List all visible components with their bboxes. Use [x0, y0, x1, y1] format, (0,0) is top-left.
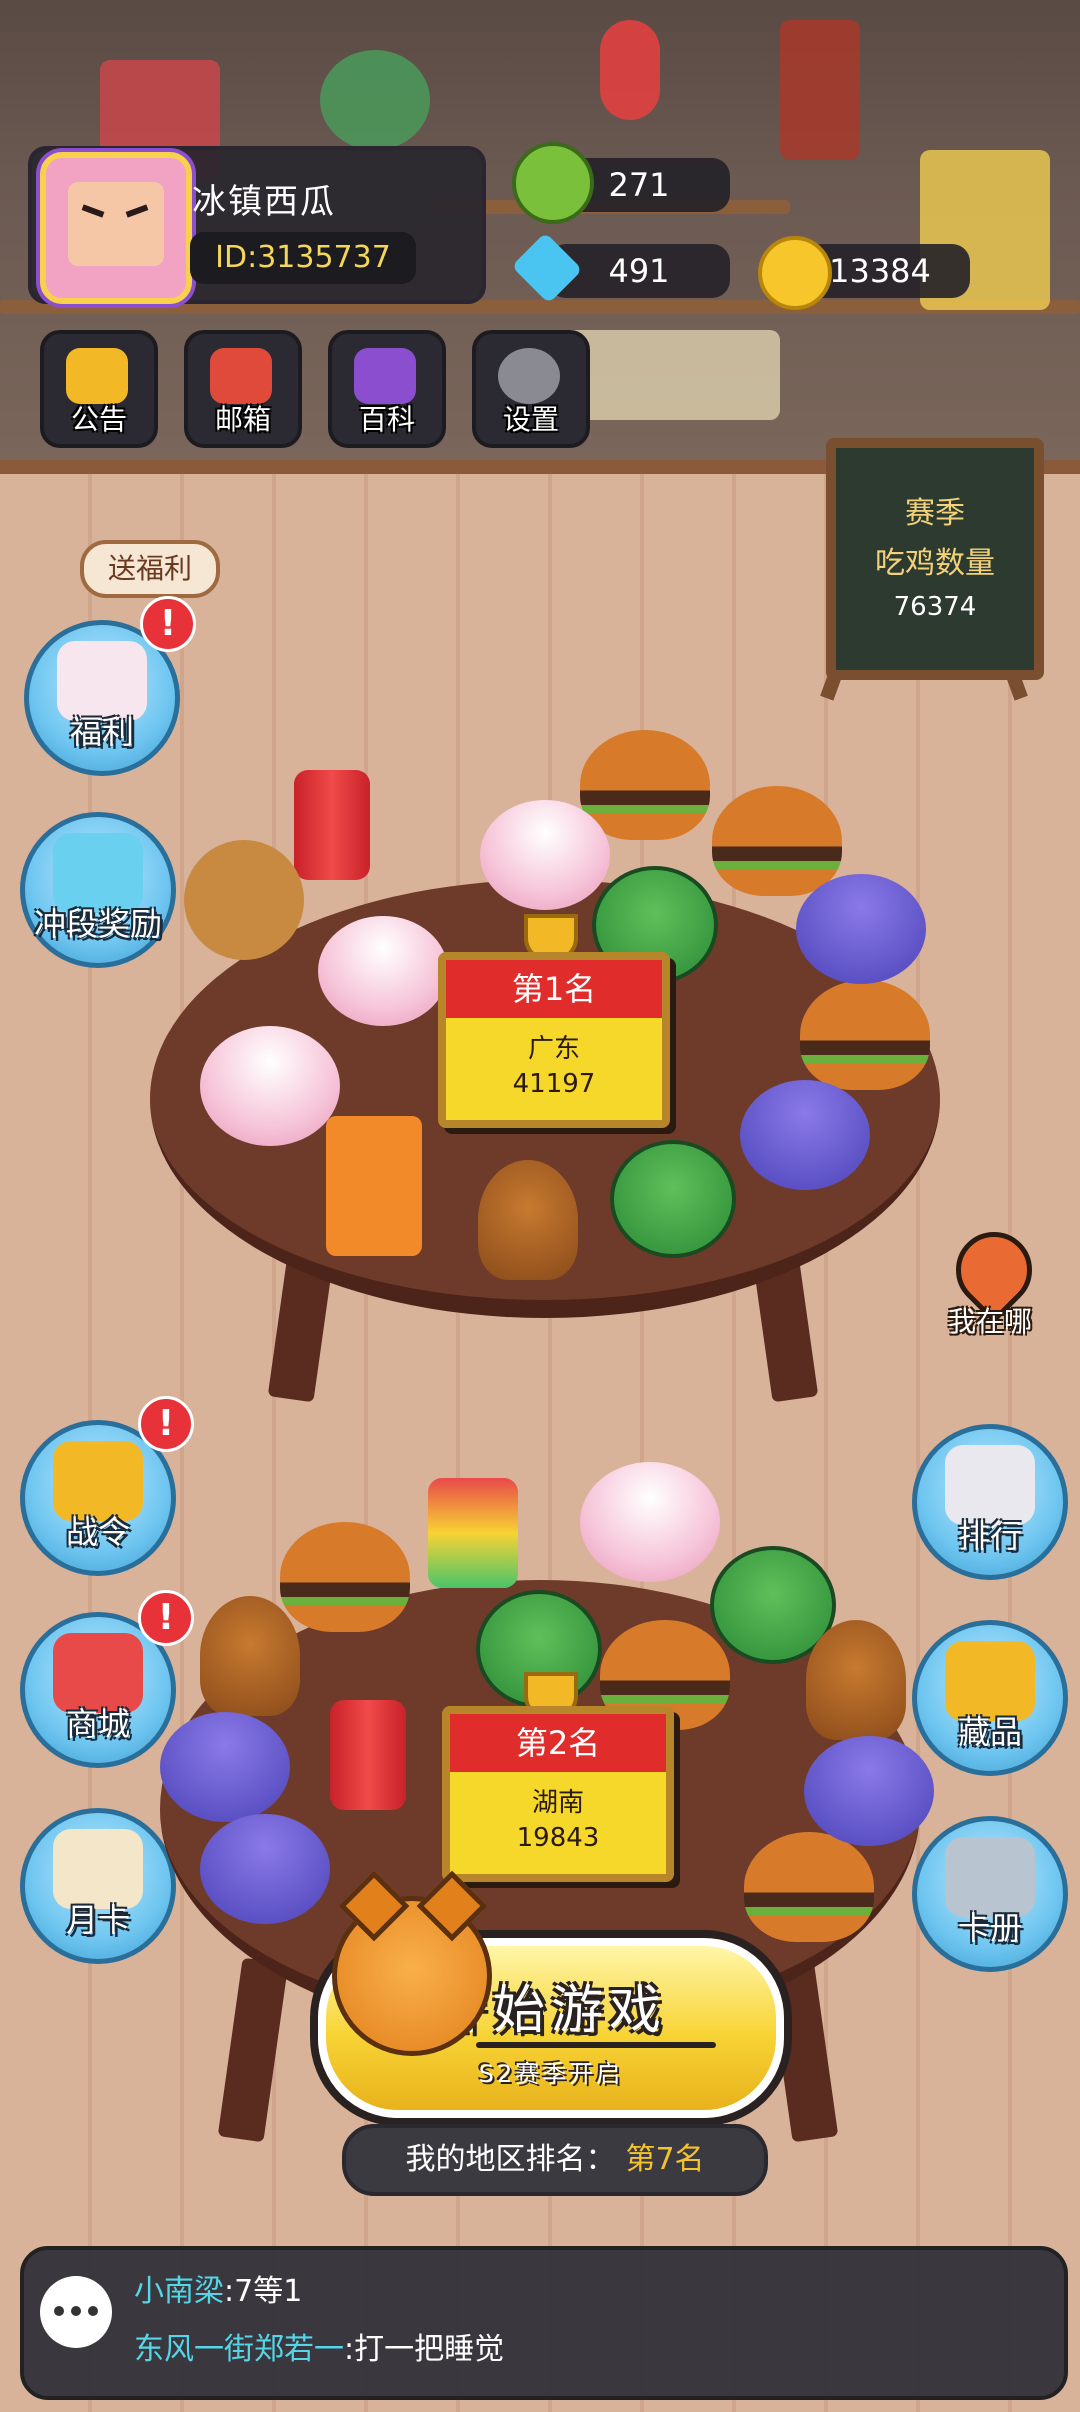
gear-icon: [498, 348, 560, 404]
table-1-rank-card: 第1名 广东 41197: [438, 952, 670, 1128]
blueberry-character: [740, 1080, 870, 1190]
blueberry-character: [160, 1712, 290, 1822]
encyclopedia-button[interactable]: 百科: [328, 330, 446, 448]
player-id: ID:3135737: [190, 232, 416, 284]
card-album-button[interactable]: 卡册: [912, 1816, 1068, 1972]
chat-bubble-icon[interactable]: [40, 2276, 112, 2348]
welfare-label: 福利: [69, 713, 134, 751]
soda-can-character: [330, 1700, 406, 1810]
monthly-card-button[interactable]: 月卡: [20, 1808, 176, 1964]
board-chicken-count: 76374: [893, 592, 977, 622]
burger-character: [580, 730, 710, 840]
card-album-label: 卡册: [957, 1909, 1022, 1947]
avatar-eye: [81, 204, 105, 218]
sausage-decoration: [780, 20, 860, 160]
blueberry-character: [804, 1736, 934, 1846]
chat-text: :打一把睡觉: [344, 2332, 505, 2367]
soda-can-character: [294, 770, 370, 880]
chat-user: 东风一街郑若一: [134, 2332, 344, 2367]
where-am-i-label: 我在哪: [947, 1305, 1032, 1338]
welfare-tag: 送福利: [80, 540, 220, 598]
leaderboard-label: 排行: [957, 1517, 1022, 1555]
settings-button[interactable]: 设置: [472, 330, 590, 448]
announcement-button[interactable]: 公告: [40, 330, 158, 448]
season-chalkboard: 赛季 吃鸡数量 76374: [826, 438, 1044, 680]
snack-pack-character: [326, 1116, 422, 1256]
board-chicken-label: 吃鸡数量: [875, 546, 995, 581]
candy-decoration: [600, 20, 660, 120]
blueberry-character: [200, 1814, 330, 1924]
battle-pass-alert-badge: !: [138, 1396, 194, 1452]
rank-reward-label: 冲段奖励: [33, 905, 162, 943]
monthly-card-label: 月卡: [65, 1901, 130, 1939]
welfare-alert-badge: !: [140, 596, 196, 652]
chat-message: 小南梁:7等1: [134, 2266, 302, 2310]
battle-pass-label: 战令: [65, 1513, 130, 1551]
leaderboard-button[interactable]: 排行: [912, 1424, 1068, 1580]
shop-alert-badge: !: [138, 1590, 194, 1646]
frog-icon: [512, 142, 594, 224]
player-nickname: 冰镇西瓜: [192, 182, 336, 222]
table-1-score: 41197: [512, 1069, 596, 1099]
collection-label: 藏品: [957, 1713, 1022, 1751]
burger-character: [280, 1522, 410, 1632]
table-leg: [217, 1957, 289, 2143]
diamond-currency-value: 491: [608, 252, 670, 290]
encyclopedia-icon: [354, 348, 416, 404]
coin-icon: [758, 236, 832, 310]
cone-character: [200, 1596, 300, 1716]
table-1-rank: 第1名: [446, 960, 662, 1018]
cone-character: [478, 1160, 578, 1280]
chat-bar[interactable]: 小南梁:7等1 东风一街郑若一:打一把睡觉: [20, 2246, 1068, 2400]
mochi-character: [200, 1026, 340, 1146]
my-region-rank-label: 我的地区排名：: [405, 2142, 616, 2177]
rank-reward-button[interactable]: 冲段奖励: [20, 812, 176, 968]
mochi-character: [480, 800, 610, 910]
watermelon-character: [610, 1140, 736, 1258]
chat-dot: [88, 2306, 98, 2316]
where-am-i-button[interactable]: 我在哪: [936, 1216, 1048, 1350]
mochi-character: [318, 916, 448, 1026]
burger-character: [744, 1832, 874, 1942]
shop-label: 商城: [65, 1705, 130, 1743]
chat-text: :7等1: [224, 2274, 303, 2309]
table-2-region: 湖南: [531, 1788, 584, 1818]
my-region-rank[interactable]: 我的地区排名： 第7名: [342, 2124, 768, 2196]
table-2-score: 19843: [516, 1823, 600, 1853]
monster-decoration: [320, 50, 430, 150]
table-1-region: 广东: [527, 1034, 580, 1064]
season-start-label: S2赛季开启: [478, 2060, 624, 2088]
avatar-eye: [125, 204, 149, 218]
mailbox-icon: [210, 348, 272, 404]
burger-character: [800, 980, 930, 1090]
announcement-label: 公告: [70, 403, 127, 436]
collection-button[interactable]: 藏品: [912, 1620, 1068, 1776]
cookie-character: [184, 840, 304, 960]
coin-currency-value: 13384: [829, 252, 931, 290]
table-2-rank-card: 第2名 湖南 19843: [442, 1706, 674, 1882]
tiger-mascot-icon: [332, 1870, 492, 2056]
chat-dot: [71, 2306, 81, 2316]
bell-icon: [66, 348, 128, 404]
mailbox-button[interactable]: 邮箱: [184, 330, 302, 448]
mailbox-label: 邮箱: [214, 403, 271, 436]
encyclopedia-label: 百科: [358, 403, 415, 436]
start-game-divider: [476, 2042, 716, 2048]
avatar-face: [68, 182, 164, 266]
settings-label: 设置: [502, 403, 559, 436]
mochi-character: [580, 1462, 720, 1582]
table-2-rank: 第2名: [450, 1714, 666, 1772]
chat-user: 小南梁: [134, 2274, 224, 2309]
avatar[interactable]: [40, 152, 192, 304]
board-season-label: 赛季: [905, 496, 965, 531]
chat-dot: [54, 2306, 64, 2316]
rainbow-cup-character: [428, 1478, 518, 1588]
frog-currency-value: 271: [608, 166, 670, 204]
my-region-rank-value: 第7名: [625, 2142, 705, 2177]
burger-character: [712, 786, 842, 896]
cone-character: [806, 1620, 906, 1740]
blueberry-character: [796, 874, 926, 984]
chat-message: 东风一街郑若一:打一把睡觉: [134, 2324, 504, 2368]
